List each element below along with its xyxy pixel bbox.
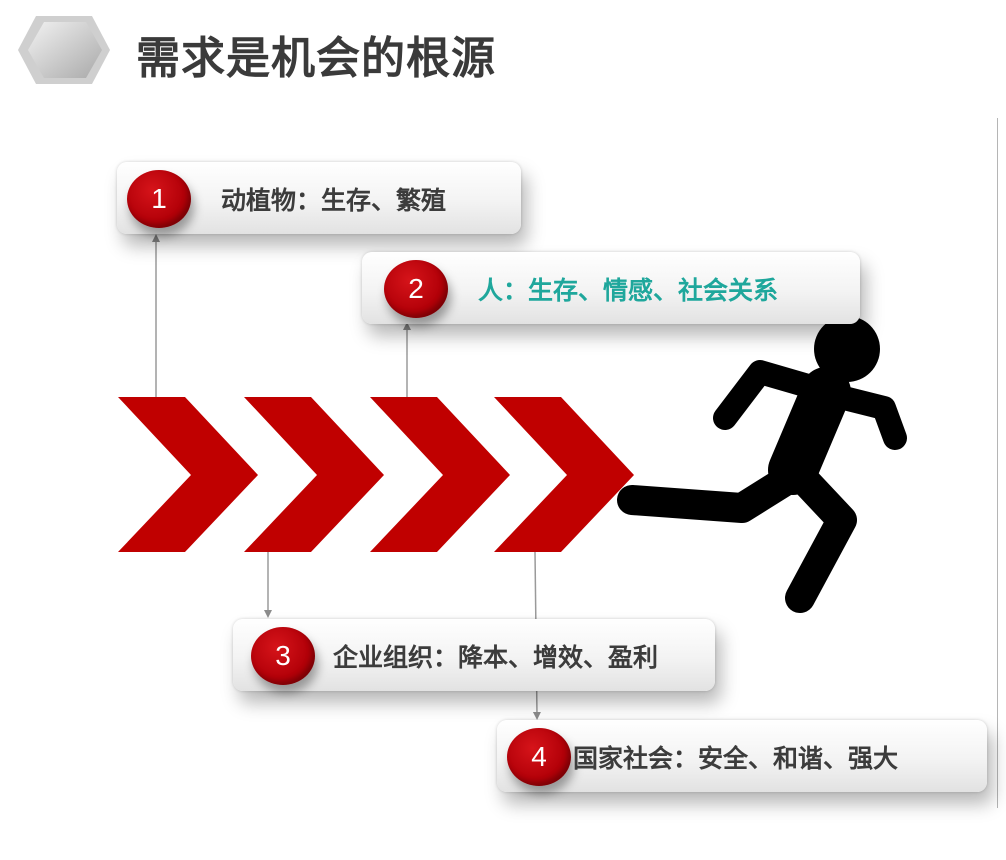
chevron-4: [494, 397, 634, 552]
step-number-badge: 1: [127, 170, 191, 228]
step-text: 动植物：生存、繁殖: [221, 186, 447, 215]
step-text: 企业组织：降本、增效、盈利: [333, 643, 659, 672]
step-number-badge: 4: [507, 728, 571, 786]
running-person-icon: [617, 316, 907, 613]
step-number-badge: 2: [384, 260, 448, 318]
chevron-arrow-icon: [118, 397, 634, 552]
step-text: 国家社会：安全、和谐、强大: [573, 744, 899, 773]
step-text: 人：生存、情感、社会关系: [478, 276, 779, 305]
step-card-3: 3 企业组织：降本、增效、盈利: [233, 619, 715, 691]
chevron-3: [370, 397, 510, 552]
step-card-1: 1 动植物：生存、繁殖: [117, 162, 521, 234]
chevron-1: [118, 397, 258, 552]
step-card-4: 4 国家社会：安全、和谐、强大: [497, 720, 987, 792]
chevron-2: [244, 397, 384, 552]
step-number-badge: 3: [251, 627, 315, 685]
step-card-2: 2 人：生存、情感、社会关系: [362, 252, 860, 324]
